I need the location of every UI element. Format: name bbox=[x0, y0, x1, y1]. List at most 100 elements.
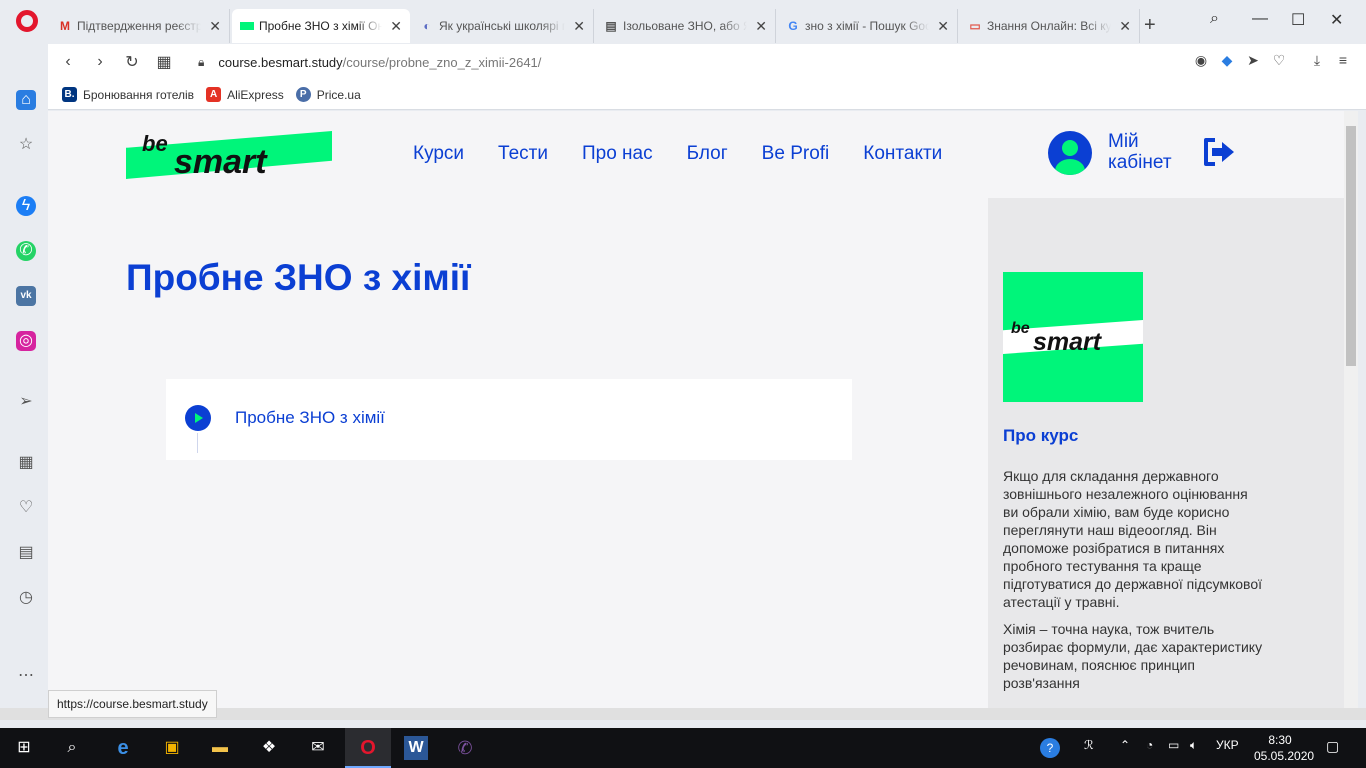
minimize-window-icon[interactable]: — bbox=[1252, 10, 1268, 28]
address-bar: ‹ › ↻ ▦ 🔒︎ course.besmart.study/course/p… bbox=[48, 44, 1366, 80]
about-course-text: Якщо для складання державного зовнішньог… bbox=[1003, 467, 1265, 701]
aliexpress-icon: A bbox=[206, 87, 222, 102]
bookmark-item[interactable]: A AliExpress bbox=[206, 87, 284, 102]
reload-icon[interactable]: ↻ bbox=[116, 52, 148, 72]
browser-tab-bar: M Підтвердження реєстрації ✕ Пробне ЗНО … bbox=[0, 0, 1366, 44]
nav-item-blog[interactable]: Блог bbox=[687, 143, 728, 165]
browser-tab-active[interactable]: Пробне ЗНО з хімії Онлайн ✕ bbox=[232, 9, 410, 43]
download-icon[interactable]: ⤓ bbox=[1310, 52, 1324, 69]
close-tab-icon[interactable]: ✕ bbox=[390, 18, 402, 35]
tab-favicon-icon: ▭ bbox=[969, 19, 981, 33]
viber-icon[interactable]: ✆ bbox=[453, 736, 477, 760]
lesson-divider bbox=[197, 433, 198, 453]
windows-start-icon[interactable]: ⊞ bbox=[12, 736, 36, 760]
opera-browser-icon[interactable]: O bbox=[356, 736, 380, 760]
nav-item-courses[interactable]: Курси bbox=[413, 143, 464, 165]
news-icon[interactable]: ▤ bbox=[16, 543, 36, 563]
my-cabinet[interactable]: Мій кабінет bbox=[1048, 131, 1248, 177]
close-tab-icon[interactable]: ✕ bbox=[937, 18, 949, 35]
tab-label: Підтвердження реєстрації bbox=[77, 19, 201, 33]
nav-item-be-profi[interactable]: Be Profi bbox=[762, 143, 830, 165]
star-icon[interactable]: ☆ bbox=[16, 135, 36, 155]
tab-favicon-icon: M bbox=[60, 19, 70, 33]
search-icon[interactable]: ⌕ bbox=[60, 736, 84, 760]
nav-item-about[interactable]: Про нас bbox=[582, 143, 653, 165]
tab-favicon-icon: G bbox=[788, 19, 798, 33]
history-clock-icon[interactable]: ◷ bbox=[16, 588, 36, 608]
close-tab-icon[interactable]: ✕ bbox=[209, 18, 221, 35]
about-course-heading: Про курс bbox=[1003, 426, 1079, 445]
whatsapp-icon[interactable]: ✆ bbox=[16, 241, 36, 261]
workspaces-grid-icon[interactable]: ▦ bbox=[16, 453, 36, 473]
heart-bookmark-icon[interactable]: ♡ bbox=[1272, 52, 1286, 69]
back-arrow-icon[interactable]: ‹ bbox=[52, 53, 84, 71]
bookmark-item[interactable]: P Price.ua bbox=[295, 87, 361, 102]
page-scrollbar[interactable] bbox=[1344, 111, 1358, 718]
store-bag-icon[interactable]: ▣ bbox=[160, 736, 184, 760]
bookmark-item[interactable]: B. Бронювання готелів bbox=[62, 87, 194, 102]
network-icon[interactable]: ◔ bbox=[1146, 738, 1153, 752]
home-icon[interactable]: ⌂ bbox=[16, 90, 36, 110]
language-indicator[interactable]: УКР bbox=[1216, 738, 1239, 752]
logo-smart-text: smart bbox=[174, 143, 267, 181]
avatar[interactable] bbox=[1048, 131, 1092, 175]
scrollbar-thumb[interactable] bbox=[1346, 126, 1356, 366]
lesson-card: Пробне ЗНО з хімії bbox=[166, 379, 852, 460]
dropbox-icon[interactable]: ❖ bbox=[257, 736, 281, 760]
instagram-icon[interactable]: ◎ bbox=[16, 331, 36, 351]
maximize-window-icon[interactable]: ☐ bbox=[1291, 10, 1305, 30]
camera-snapshot-icon[interactable]: ◉ bbox=[1194, 52, 1208, 69]
course-side-panel: be smart Про курс Якщо для складання дер… bbox=[988, 198, 1344, 718]
show-hidden-icons-chevron-icon[interactable]: ⌃ bbox=[1120, 738, 1130, 752]
heart-icon[interactable]: ♡ bbox=[16, 498, 36, 518]
close-window-icon[interactable]: ✕ bbox=[1330, 10, 1343, 30]
logout-icon[interactable] bbox=[1202, 137, 1236, 167]
volume-icon[interactable]: 🔈︎ bbox=[1190, 738, 1197, 753]
send-flow-icon[interactable]: ➢ bbox=[16, 392, 36, 412]
forward-arrow-icon[interactable]: › bbox=[84, 53, 116, 71]
tab-label: Пробне ЗНО з хімії Онлайн bbox=[259, 19, 383, 33]
help-icon[interactable]: ? bbox=[1040, 738, 1060, 758]
cabinet-label[interactable]: Мій кабінет bbox=[1108, 131, 1198, 173]
file-explorer-icon[interactable]: ▬ bbox=[208, 736, 232, 760]
browser-tab[interactable]: ▭ Знання Онлайн: Всі курси ✕ bbox=[960, 9, 1140, 43]
bookmark-label: AliExpress bbox=[227, 87, 284, 102]
browser-tab[interactable]: ▤ Ізольоване ЗНО, або Як ✕ bbox=[596, 9, 776, 43]
vk-icon[interactable]: vk bbox=[16, 286, 36, 306]
mail-icon[interactable]: ✉ bbox=[306, 736, 330, 760]
about-paragraph: Хімія – точна наука, тож вчитель розбира… bbox=[1003, 621, 1263, 691]
opera-menu-icon[interactable] bbox=[16, 10, 38, 32]
send-arrow-icon[interactable]: ➤ bbox=[1246, 52, 1260, 69]
close-tab-icon[interactable]: ✕ bbox=[573, 18, 585, 35]
nav-item-tests[interactable]: Тести bbox=[498, 143, 548, 165]
close-tab-icon[interactable]: ✕ bbox=[1119, 18, 1131, 35]
vpn-shield-icon[interactable]: ◆ bbox=[1220, 52, 1234, 69]
system-clock[interactable]: 8:30 05.05.2020 bbox=[1254, 732, 1314, 764]
word-icon[interactable]: W bbox=[404, 736, 428, 760]
speed-dial-grid-icon[interactable]: ▦ bbox=[148, 52, 180, 72]
notifications-icon[interactable]: ▢ bbox=[1326, 738, 1339, 755]
close-tab-icon[interactable]: ✕ bbox=[755, 18, 767, 35]
play-icon[interactable] bbox=[185, 405, 211, 431]
tab-search-icon[interactable]: ⌕ bbox=[1210, 10, 1219, 28]
padlock-icon[interactable]: 🔒︎ bbox=[198, 55, 204, 70]
messenger-icon[interactable]: ϟ bbox=[16, 196, 36, 216]
avatar-head bbox=[1062, 140, 1078, 156]
link-hover-status: https://course.besmart.study bbox=[48, 690, 217, 718]
logo-be-text: be bbox=[142, 131, 168, 156]
battery-icon[interactable]: ▭ bbox=[1168, 738, 1179, 752]
browser-tab[interactable]: G зно з хімії - Пошук Google ✕ bbox=[778, 9, 958, 43]
edge-browser-icon[interactable]: e bbox=[111, 736, 135, 760]
web-page: be smart Курси Тести Про нас Блог Be Pro… bbox=[48, 111, 1344, 718]
easy-setup-menu-icon[interactable]: ≡ bbox=[1336, 52, 1350, 69]
new-tab-plus-icon[interactable]: + bbox=[1144, 14, 1156, 37]
browser-tab[interactable]: ◐ Як українські школярі готуються ✕ bbox=[412, 9, 594, 43]
url-field[interactable]: course.besmart.study/course/probne_zno_z… bbox=[218, 55, 541, 70]
browser-tab[interactable]: M Підтвердження реєстрації ✕ bbox=[50, 9, 230, 43]
besmart-logo[interactable]: be smart bbox=[126, 131, 332, 181]
more-dots-icon[interactable]: ⋯ bbox=[16, 666, 36, 686]
lesson-link[interactable]: Пробне ЗНО з хімії bbox=[235, 408, 385, 428]
nav-item-contacts[interactable]: Контакти bbox=[863, 143, 942, 165]
user-tray-icon[interactable]: ℛ bbox=[1084, 738, 1094, 752]
bookmark-label: Price.ua bbox=[316, 87, 361, 102]
